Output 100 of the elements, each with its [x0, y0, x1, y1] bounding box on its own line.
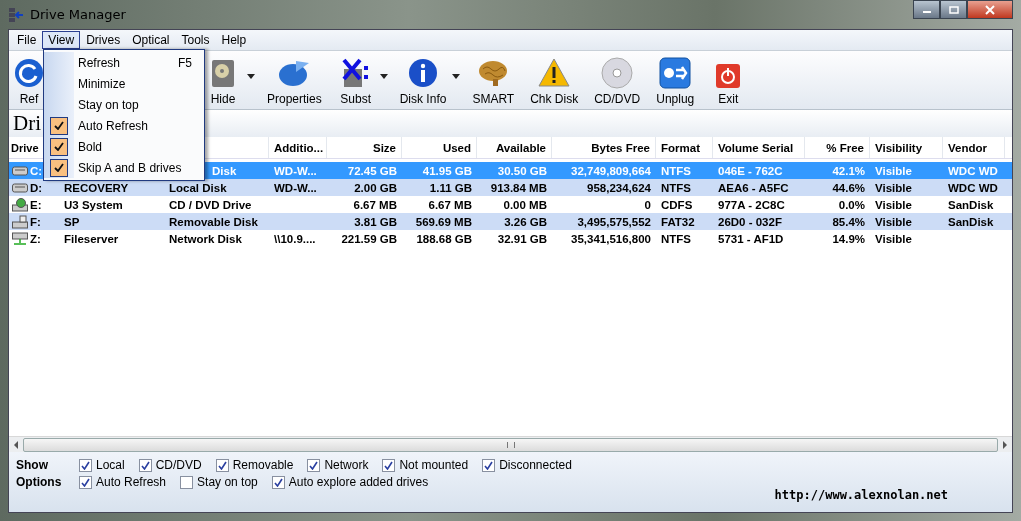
checkbox-box[interactable] [307, 458, 321, 472]
checkbox-box[interactable] [180, 475, 194, 489]
menu-item[interactable]: Stay on top [44, 94, 204, 115]
menu-item[interactable]: Auto Refresh [44, 115, 204, 136]
warning-icon [538, 57, 571, 89]
checkbox[interactable]: Auto explore added drives [271, 475, 429, 489]
checkbox-box[interactable] [482, 458, 496, 472]
checkbox-box[interactable] [79, 475, 92, 489]
caret-icon[interactable] [379, 73, 388, 79]
table-cell: Fileserver [64, 232, 119, 245]
maximize-button[interactable] [940, 0, 967, 19]
table-cell: 958,234,624 [587, 181, 651, 194]
table-row[interactable]: E: U3 System CD / DVD Drive 6.67 MB 6.67 MB 0.00 MB 0 CDFS 977A - 2C8C 0.0% Visible SanDisk [9, 196, 1012, 213]
checkbox-box[interactable] [79, 458, 92, 472]
checkbox-box[interactable] [271, 475, 285, 489]
table-cell: WD-W... [274, 181, 317, 194]
window-title: Drive Manager [30, 7, 126, 22]
table-cell: 221.59 GB [341, 232, 397, 245]
table-cell: C: [30, 164, 43, 177]
table-cell: 3,495,575,552 [577, 215, 651, 228]
menu-item[interactable]: Help [215, 31, 253, 49]
table-cell: NTFS [661, 232, 692, 245]
table-cell: 72.45 GB [347, 164, 397, 177]
table-cell: 30.50 GB [497, 164, 547, 177]
toolbar-button[interactable]: Chk Disk [526, 55, 583, 109]
table-cell: Z: [30, 232, 41, 245]
checkbox[interactable]: Disconnected [482, 458, 572, 472]
table-cell: CD / DVD Drive [169, 198, 252, 211]
table-cell: 1.11 GB [429, 181, 472, 194]
table-row[interactable]: F: SP Removable Disk 3.81 GB 569.69 MB 3.26 GB 3,495,575,552 FAT32 26D0 - 032F 85.4% Visible SanDisk [9, 213, 1012, 230]
hard-drive-icon [12, 182, 28, 193]
table-row[interactable]: Z: Fileserver Network Disk \\10.9.... 221.59 GB 188.68 GB 32.91 GB 35,341,516,800 NTFS 5731 - AF1D 14.9% Visible [9, 230, 1012, 247]
toolbar-button[interactable]: Exit [706, 61, 751, 109]
network-drive-icon [12, 231, 28, 246]
menu-item[interactable]: View [42, 31, 81, 49]
hard-drive-icon [12, 165, 28, 176]
table-cell: WDC WD [948, 181, 998, 194]
table-cell: 913.84 MB [490, 181, 547, 194]
table-cell: 42.1% [832, 164, 865, 177]
toolbar-button[interactable]: Properties [263, 55, 326, 109]
table-cell: Disk [212, 164, 237, 177]
table-cell: SanDisk [948, 198, 994, 211]
column-header[interactable]: Used [402, 137, 477, 158]
checkbox[interactable]: Removable [215, 458, 294, 472]
column-header[interactable]: Vendor [943, 137, 1005, 158]
table-cell: SP [64, 215, 80, 228]
column-header[interactable]: Bytes Free [552, 137, 656, 158]
toolbar-button[interactable]: Unplug [652, 55, 699, 109]
checkbox[interactable]: Auto Refresh [79, 475, 167, 489]
toolbar-button[interactable]: Disk Info [395, 55, 451, 109]
caret-icon[interactable] [452, 73, 461, 79]
checkbox-box[interactable] [382, 458, 396, 472]
table-cell: SanDisk [948, 215, 994, 228]
column-header[interactable]: Additio... [269, 137, 327, 158]
table-cell: CDFS [661, 198, 693, 211]
column-header[interactable]: Visibility [870, 137, 943, 158]
column-header[interactable]: Available [477, 137, 552, 158]
checkbox[interactable]: Network [307, 458, 369, 472]
table-cell: 85.4% [832, 215, 865, 228]
menu-item[interactable]: File [11, 31, 43, 49]
table-row[interactable]: D: RECOVERY Local Disk WD-W... 2.00 GB 1.11 GB 913.84 MB 958,234,624 NTFS AEA6 - A5FC 44.6% Visible WDC WD [9, 179, 1012, 196]
column-header[interactable]: Size [327, 137, 402, 158]
table-cell: 32,749,809,664 [571, 164, 651, 177]
column-header[interactable]: % Free [805, 137, 870, 158]
table-cell: \\10.9.... [274, 232, 316, 245]
info-icon [407, 57, 440, 89]
checkbox[interactable]: Stay on top [180, 475, 258, 489]
removable-drive-icon [12, 214, 28, 229]
table-cell: D: [30, 181, 43, 194]
minimize-button[interactable] [913, 0, 940, 19]
checkbox-box[interactable] [138, 458, 152, 472]
toolbar-button[interactable]: CD/DVD [590, 55, 645, 109]
checkbox[interactable]: Not mounted [382, 458, 469, 472]
caret-icon[interactable] [247, 73, 255, 79]
column-header[interactable]: Format [656, 137, 713, 158]
table-cell: Local Disk [169, 181, 227, 194]
power-icon [715, 63, 742, 89]
menu-item[interactable]: Minimize [44, 73, 204, 94]
table-cell: Visible [875, 198, 912, 211]
table-cell: NTFS [661, 181, 692, 194]
menu-item[interactable]: Drives [80, 31, 127, 49]
menu-item[interactable]: Tools [175, 31, 216, 49]
checkbox[interactable]: CD/DVD [138, 458, 202, 472]
table-cell: 6.67 MB [353, 198, 397, 211]
toolbar-button[interactable]: SMART [468, 55, 519, 109]
table-cell: 3.26 GB [504, 215, 547, 228]
menu-item[interactable]: Refresh F5 [44, 52, 204, 73]
website-link[interactable]: http://www.alexnolan.net [774, 488, 948, 502]
table-cell: 3.81 GB [354, 215, 397, 228]
toolbar-button[interactable]: Subst [333, 55, 378, 109]
table-cell: 569.69 MB [415, 215, 472, 228]
table-cell: U3 System [64, 198, 123, 211]
checkbox-box[interactable] [215, 458, 229, 472]
menu-item[interactable]: Optical [126, 31, 176, 49]
column-header[interactable]: Volume Serial [713, 137, 805, 158]
close-button[interactable] [967, 0, 1013, 19]
checkbox[interactable]: Local [79, 458, 125, 472]
table-cell: 35,341,516,800 [571, 232, 651, 245]
table-cell: FAT32 [661, 215, 695, 228]
table-cell: 41.95 GB [422, 164, 472, 177]
